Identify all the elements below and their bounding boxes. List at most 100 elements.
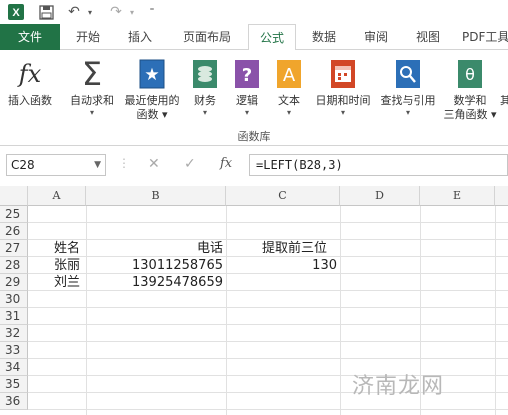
column-header-f-partial[interactable]: [495, 186, 508, 206]
column-header-e[interactable]: E: [420, 186, 495, 206]
watermark-text: 济南龙网: [352, 374, 445, 399]
lookup-reference-button[interactable]: 查找与引用 ▾: [376, 54, 440, 118]
star-glyph: ★: [144, 65, 159, 85]
cell-b27[interactable]: 电话: [86, 240, 223, 257]
select-all-corner[interactable]: [0, 186, 28, 206]
tab-data[interactable]: 数据: [304, 24, 344, 50]
cell-c28[interactable]: 130: [226, 257, 337, 274]
letter-a-glyph: A: [283, 65, 296, 86]
insert-function-icon: fx: [16, 54, 44, 94]
redo-dropdown-icon[interactable]: ▾: [122, 2, 142, 22]
row-header[interactable]: 36: [0, 393, 28, 410]
tab-page-layout[interactable]: 页面布局: [172, 24, 242, 50]
gridline: [86, 206, 87, 415]
tab-pdf-tools[interactable]: PDF工具: [462, 24, 508, 50]
row-header[interactable]: 31: [0, 308, 28, 325]
fx-glyph: fx: [18, 60, 42, 88]
financial-label: 财务: [194, 94, 216, 107]
column-header-c[interactable]: C: [226, 186, 340, 206]
row-header[interactable]: 35: [0, 376, 28, 393]
svg-text:X: X: [12, 7, 20, 19]
column-header-d[interactable]: D: [340, 186, 420, 206]
lookup-reference-caret: ▾: [405, 108, 410, 117]
theta-glyph: θ: [465, 65, 475, 84]
lookup-reference-label: 查找与引用: [380, 94, 436, 107]
text-label: 文本: [278, 94, 300, 107]
text-a-icon: A: [275, 54, 303, 94]
gridline: [340, 206, 341, 415]
insert-function-label: 插入函数: [8, 94, 52, 107]
logic-question-icon: ?: [233, 54, 261, 94]
text-button[interactable]: A 文本 ▾: [272, 54, 306, 118]
row-header[interactable]: 27: [0, 240, 28, 257]
logical-label: 逻辑: [236, 94, 258, 107]
row-header[interactable]: 25: [0, 206, 28, 223]
recently-used-label-1: 最近使用的: [124, 94, 180, 107]
cell-a29[interactable]: 刘兰: [54, 274, 80, 291]
tab-home[interactable]: 开始: [66, 24, 110, 50]
undo-dropdown-icon[interactable]: ▾: [80, 2, 100, 22]
gridline: [28, 324, 508, 325]
autosum-button[interactable]: Σ 自动求和 ▾: [64, 54, 120, 118]
tab-file[interactable]: 文件: [0, 24, 60, 50]
gridline: [28, 307, 508, 308]
date-time-caret: ▾: [340, 108, 345, 117]
gridline: [28, 341, 508, 342]
formula-bar: C28 ▼ ⋮ ✕ ✓ fx =LEFT(B28,3): [0, 146, 508, 186]
math-trig-label-1: 数学和: [453, 94, 487, 107]
cell-b29[interactable]: 13925478659: [86, 274, 223, 291]
gridline: [28, 409, 508, 410]
date-time-button[interactable]: 日期和时间 ▾: [310, 54, 376, 118]
excel-logo-icon: X: [6, 2, 26, 22]
math-trig-button[interactable]: θ 数学和 三角函数 ▾: [442, 54, 498, 122]
ribbon-function-library: fx 插入函数 Σ 自动求和 ▾ ★ 最近使用的 函数 ▾ 财务 ▾ ? 逻辑 …: [0, 50, 508, 146]
sigma-glyph: Σ: [81, 55, 103, 93]
tab-insert[interactable]: 插入: [118, 24, 162, 50]
finance-coins-icon: [191, 54, 219, 94]
more-functions-button[interactable]: 其: [500, 54, 508, 108]
text-caret: ▾: [286, 108, 291, 117]
date-time-calendar-icon: [329, 54, 357, 94]
cell-a28[interactable]: 张丽: [54, 257, 80, 274]
enter-check-icon[interactable]: ✓: [184, 156, 196, 172]
group-label-function-library: 函数库: [237, 130, 271, 143]
save-icon[interactable]: [36, 2, 56, 22]
row-header[interactable]: 32: [0, 325, 28, 342]
name-box-value: C28: [11, 158, 35, 172]
row-header[interactable]: 34: [0, 359, 28, 376]
cancel-icon[interactable]: ✕: [148, 156, 160, 172]
cell-a27[interactable]: 姓名: [54, 240, 80, 257]
tab-formulas[interactable]: 公式: [248, 24, 296, 51]
row-header[interactable]: 26: [0, 223, 28, 240]
tab-view[interactable]: 视图: [408, 24, 448, 50]
recently-used-button[interactable]: ★ 最近使用的 函数 ▾: [120, 54, 184, 122]
autosum-caret: ▾: [89, 108, 94, 117]
financial-button[interactable]: 财务 ▾: [188, 54, 222, 118]
row-header[interactable]: 29: [0, 274, 28, 291]
sigma-icon: Σ: [78, 54, 106, 94]
column-header-b[interactable]: B: [86, 186, 226, 206]
cell-b28[interactable]: 13011258765: [86, 257, 223, 274]
autosum-label: 自动求和: [70, 94, 114, 107]
row-header[interactable]: 30: [0, 291, 28, 308]
name-box[interactable]: C28 ▼: [6, 154, 106, 176]
gridline: [495, 206, 496, 415]
gridline: [28, 358, 508, 359]
formula-bar-drag-handle-icon[interactable]: ⋮: [118, 156, 130, 170]
insert-function-button[interactable]: fx 插入函数: [2, 54, 58, 108]
more-functions-icon: [500, 54, 508, 94]
insert-function-fx-icon[interactable]: fx: [220, 156, 232, 171]
column-header-a[interactable]: A: [28, 186, 86, 206]
lookup-magnifier-icon: [394, 54, 422, 94]
row-header[interactable]: 33: [0, 342, 28, 359]
name-box-dropdown-icon[interactable]: ▼: [94, 155, 101, 175]
formula-input[interactable]: =LEFT(B28,3): [249, 154, 508, 176]
customize-toolbar-icon[interactable]: ⁼: [142, 2, 162, 22]
row-header[interactable]: 28: [0, 257, 28, 274]
title-bar: X ↶ ▾ ↷ ▾ ⁼: [0, 0, 508, 24]
logical-caret: ▾: [244, 108, 249, 117]
tab-review[interactable]: 审阅: [356, 24, 396, 50]
cell-c27[interactable]: 提取前三位: [262, 240, 327, 257]
logical-button[interactable]: ? 逻辑 ▾: [230, 54, 264, 118]
gridline: [28, 222, 508, 223]
